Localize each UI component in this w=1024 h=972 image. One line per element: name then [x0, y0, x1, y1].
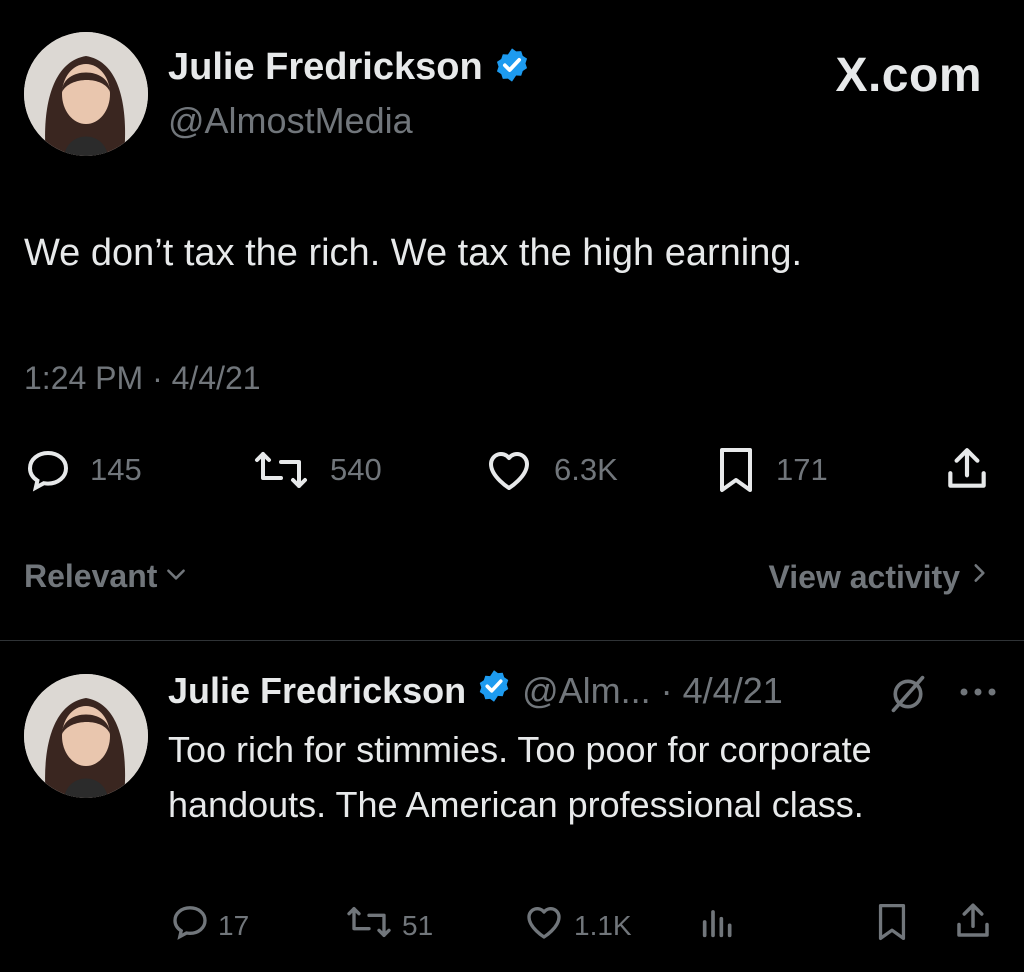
view-activity-label: View activity	[768, 558, 960, 595]
repost-icon	[344, 902, 394, 949]
reply-like-button[interactable]: 1.1K	[522, 902, 632, 949]
reply-handle-date[interactable]: @Alm... · 4/4/21	[522, 670, 783, 712]
reply-header: Julie Fredrickson @Alm... · 4/4/21	[168, 668, 783, 713]
author-name[interactable]: Julie Fredrickson	[168, 46, 483, 89]
verified-badge-icon	[493, 46, 531, 89]
bookmark-button[interactable]: 171	[714, 446, 828, 494]
repost-count: 540	[330, 452, 382, 487]
x-logo: X.com	[835, 49, 982, 102]
reply-text: Too rich for stimmies. Too poor for corp…	[168, 729, 872, 825]
verified-badge-icon	[476, 668, 512, 713]
share-icon	[942, 448, 992, 498]
reply-author-name[interactable]: Julie Fredrickson	[168, 670, 466, 712]
reply-share-icon[interactable]	[952, 900, 994, 947]
reply-button[interactable]: 145	[24, 446, 142, 494]
reply-bookmark-icon[interactable]	[874, 902, 910, 947]
analytics-icon[interactable]	[698, 902, 738, 947]
bookmark-count: 171	[776, 452, 828, 487]
grok-icon[interactable]	[886, 674, 930, 719]
bookmark-icon	[714, 446, 758, 494]
chevron-right-icon	[966, 558, 992, 596]
tweet-timestamp[interactable]: 1:24 PM · 4/4/21	[24, 360, 261, 397]
chevron-down-icon	[163, 558, 189, 595]
sort-label: Relevant	[24, 558, 158, 594]
reply-repost-count: 51	[402, 909, 434, 941]
author-avatar[interactable]	[24, 32, 148, 156]
heart-icon	[522, 902, 566, 949]
heart-icon	[482, 446, 536, 494]
more-options-icon[interactable]	[958, 684, 998, 705]
reply-icon	[170, 902, 210, 949]
repost-button[interactable]: 540	[250, 446, 382, 494]
sort-dropdown[interactable]: Relevant	[24, 558, 189, 595]
view-activity-link[interactable]: View activity	[768, 558, 992, 596]
reply-icon	[24, 446, 72, 494]
share-button[interactable]	[942, 444, 992, 499]
author-handle[interactable]: @AlmostMedia	[168, 100, 413, 142]
reply-reply-button[interactable]: 17	[170, 902, 249, 949]
like-button[interactable]: 6.3K	[482, 446, 618, 494]
reply-author-avatar[interactable]	[24, 674, 148, 798]
section-divider	[0, 640, 1024, 641]
reply-like-count: 1.1K	[574, 909, 632, 941]
reply-reply-count: 17	[218, 909, 250, 941]
reply-count: 145	[90, 452, 142, 487]
repost-icon	[250, 446, 312, 494]
like-count: 6.3K	[554, 452, 618, 487]
tweet-text: We don’t tax the rich. We tax the high e…	[24, 232, 803, 274]
reply-repost-button[interactable]: 51	[344, 902, 433, 949]
